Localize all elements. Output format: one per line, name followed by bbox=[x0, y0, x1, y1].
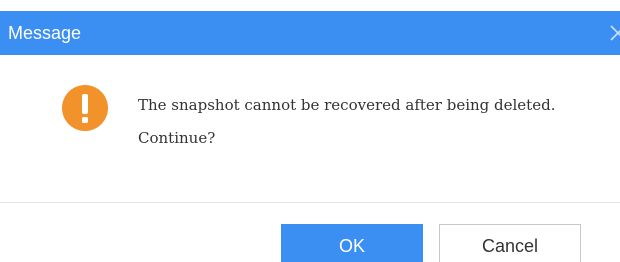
close-icon[interactable] bbox=[608, 23, 620, 43]
cancel-button[interactable]: Cancel bbox=[439, 224, 581, 262]
exclamation-icon bbox=[60, 83, 110, 133]
dialog-title: Message bbox=[8, 23, 82, 43]
dialog-title-bar: Message bbox=[0, 11, 620, 55]
message-dialog: Message The snapshot cannot be recovered… bbox=[0, 0, 620, 262]
ok-button[interactable]: OK bbox=[281, 224, 423, 262]
dialog-message: The snapshot cannot be recovered after b… bbox=[138, 89, 608, 155]
message-line-2: Continue? bbox=[138, 129, 216, 147]
footer-divider bbox=[0, 202, 620, 203]
message-line-1: The snapshot cannot be recovered after b… bbox=[138, 96, 556, 114]
